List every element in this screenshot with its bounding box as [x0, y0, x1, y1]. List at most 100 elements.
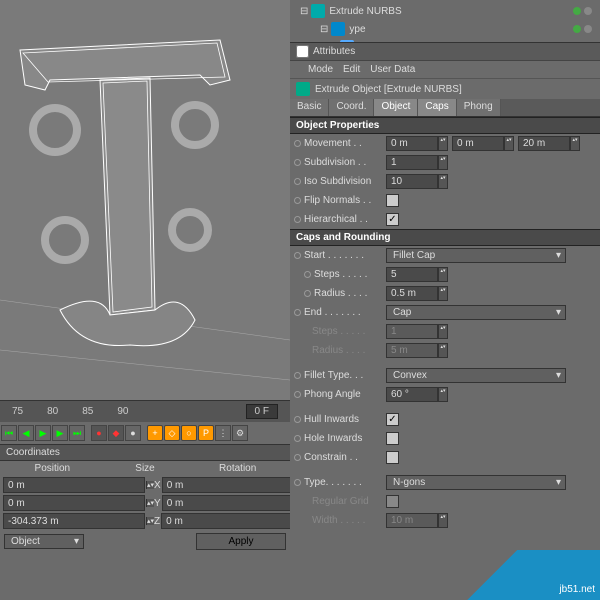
scale-key-button[interactable]: ◇: [164, 425, 180, 441]
radius-label: Radius . . . .: [314, 288, 367, 299]
prev-frame-button[interactable]: ◀: [18, 425, 34, 441]
constrain-label: Constrain . .: [304, 452, 358, 463]
x-label: X: [154, 480, 161, 491]
record-button[interactable]: ●: [91, 425, 107, 441]
type-label: Type. . . . . . .: [304, 477, 362, 488]
pos-z-input[interactable]: [3, 513, 145, 529]
extrude-icon: [311, 4, 325, 18]
tab-phong[interactable]: Phong: [457, 99, 501, 116]
attr-toggle[interactable]: [296, 45, 309, 58]
pos-y-input[interactable]: [3, 495, 145, 511]
end-radius-label: Radius . . . .: [312, 345, 365, 356]
constrain-checkbox[interactable]: [386, 451, 399, 464]
start-dropdown[interactable]: Fillet Cap: [386, 248, 566, 263]
phong-angle-input[interactable]: [386, 387, 438, 402]
width-input: [386, 513, 438, 528]
menu-mode[interactable]: Mode: [308, 64, 333, 75]
hierarchical-checkbox[interactable]: ✓: [386, 213, 399, 226]
settings-button[interactable]: ⚙: [232, 425, 248, 441]
phong-angle-label: Phong Angle: [304, 389, 361, 400]
z-label: Z: [154, 516, 160, 527]
steps-label: Steps . . . . .: [314, 269, 367, 280]
attributes-header: Attributes: [290, 42, 600, 61]
attr-menu: Mode Edit User Data: [290, 61, 600, 79]
radius-input[interactable]: [386, 286, 438, 301]
fillet-type-dropdown[interactable]: Convex: [386, 368, 566, 383]
end-steps-input: [386, 324, 438, 339]
playback-controls: ⏮ ◀ ▶ ▶ ⏭ ● ◆ ● + ◇ ○ P ⋮ ⚙: [0, 422, 290, 444]
movement-label: Movement . .: [304, 138, 362, 149]
options-button[interactable]: ⋮: [215, 425, 231, 441]
rot-key-button[interactable]: ○: [181, 425, 197, 441]
menu-userdata[interactable]: User Data: [370, 64, 415, 75]
menu-edit[interactable]: Edit: [343, 64, 360, 75]
extrude-obj-icon: [296, 82, 310, 96]
tree-item-extrude[interactable]: ⊟ Extrude NURBS: [292, 2, 598, 20]
type-dropdown[interactable]: N-gons: [386, 475, 566, 490]
regular-grid-checkbox: [386, 495, 399, 508]
coordinates-panel: Coordinates Position Size Rotation ▴▾ X …: [0, 444, 290, 553]
hull-inwards-checkbox[interactable]: ✓: [386, 413, 399, 426]
viewport[interactable]: [0, 0, 290, 400]
end-radius-input: [386, 343, 438, 358]
hole-inwards-checkbox[interactable]: [386, 432, 399, 445]
attr-tabs: Basic Coord. Object Caps Phong: [290, 99, 600, 117]
key-button[interactable]: ●: [125, 425, 141, 441]
flip-normals-label: Flip Normals . .: [304, 195, 371, 206]
end-steps-label: Steps . . . . .: [312, 326, 365, 337]
end-dropdown[interactable]: Cap: [386, 305, 566, 320]
coord-mode-dropdown[interactable]: Object: [4, 534, 84, 549]
tab-basic[interactable]: Basic: [290, 99, 329, 116]
render-dot-icon[interactable]: [584, 25, 592, 33]
vis-dot-icon[interactable]: [573, 25, 581, 33]
object-props-header: Object Properties: [290, 117, 600, 134]
position-header: Position: [6, 463, 99, 474]
vis-dot-icon[interactable]: [573, 7, 581, 15]
play-back-button[interactable]: ▶: [35, 425, 51, 441]
fillet-type-label: Fillet Type. . .: [304, 370, 363, 381]
tab-caps[interactable]: Caps: [418, 99, 456, 116]
movement-y-input[interactable]: [452, 136, 504, 151]
y-label: Y: [154, 498, 161, 509]
timeline-mark: 75: [12, 406, 23, 417]
goto-start-button[interactable]: ⏮: [1, 425, 17, 441]
play-button[interactable]: ▶: [52, 425, 68, 441]
size-z-input[interactable]: [161, 513, 303, 529]
pos-x-input[interactable]: [3, 477, 145, 493]
apply-button[interactable]: Apply: [196, 533, 286, 550]
render-dot-icon[interactable]: [584, 7, 592, 15]
next-frame-button[interactable]: ⏭: [69, 425, 85, 441]
watermark: jb51.net: [460, 550, 600, 600]
tree-item-ype[interactable]: ⊟ ype: [292, 20, 598, 38]
timeline-mark: 85: [82, 406, 93, 417]
object-tree[interactable]: ⊟ Extrude NURBS ⊟ ype Path 15: [290, 0, 600, 42]
size-header: Size: [99, 463, 192, 474]
iso-subdivision-input[interactable]: [386, 174, 438, 189]
size-y-input[interactable]: [162, 495, 304, 511]
spline-icon: [331, 22, 345, 36]
end-label: End . . . . . . .: [304, 307, 361, 318]
param-key-button[interactable]: P: [198, 425, 214, 441]
attributes-panel: Attributes Mode Edit User Data Extrude O…: [290, 42, 600, 530]
movement-z-input[interactable]: [518, 136, 570, 151]
frame-display[interactable]: 0 F: [246, 404, 278, 419]
viewport-render: [0, 0, 290, 400]
steps-input[interactable]: [386, 267, 438, 282]
flip-normals-checkbox[interactable]: [386, 194, 399, 207]
timeline[interactable]: 75 80 85 90 0 F: [0, 400, 290, 422]
coordinates-title: Coordinates: [0, 444, 290, 461]
timeline-mark: 90: [117, 406, 128, 417]
iso-subdivision-label: Iso Subdivision: [304, 176, 371, 187]
subdivision-input[interactable]: [386, 155, 438, 170]
start-label: Start . . . . . . .: [304, 250, 364, 261]
movement-x-input[interactable]: [386, 136, 438, 151]
size-x-input[interactable]: [162, 477, 304, 493]
autokey-button[interactable]: ◆: [108, 425, 124, 441]
regular-grid-label: Regular Grid: [312, 496, 369, 507]
subdivision-label: Subdivision . .: [304, 157, 366, 168]
tab-coord[interactable]: Coord.: [329, 99, 374, 116]
tab-object[interactable]: Object: [374, 99, 418, 116]
pos-key-button[interactable]: +: [147, 425, 163, 441]
hull-inwards-label: Hull Inwards: [304, 414, 359, 425]
hole-inwards-label: Hole Inwards: [304, 433, 362, 444]
